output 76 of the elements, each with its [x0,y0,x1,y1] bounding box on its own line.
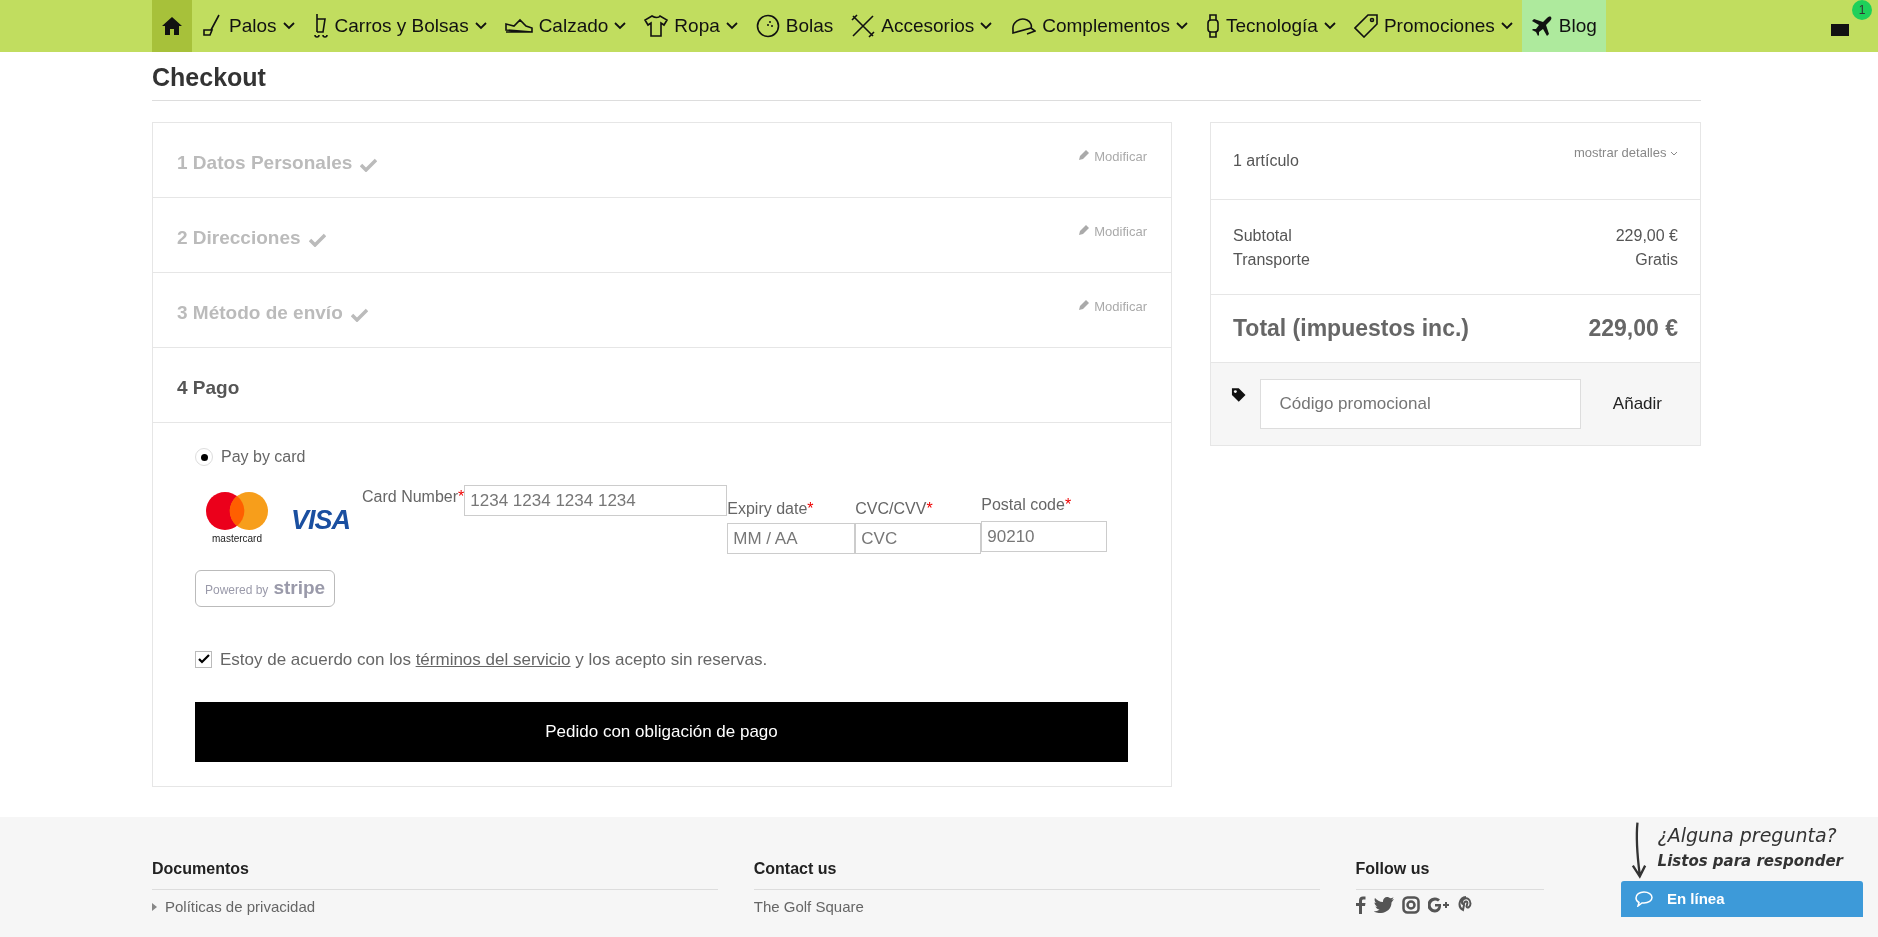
nav-menu-item[interactable]: Palos [192,0,304,52]
footer-heading: Contact us [753,857,1320,890]
nav-menu-item[interactable]: Ropa [635,0,747,52]
total-label: Total (impuestos inc.) [1233,314,1469,343]
pencil-icon [1078,299,1091,311]
total-value: 229,00 € [1588,314,1678,343]
summary-value: 229,00 € [1615,226,1678,246]
nav-menu-item[interactable]: Promociones [1344,0,1522,52]
payment-option-label: Pay by card [221,447,306,467]
watch-icon [1206,14,1220,38]
chat-bubble-icon [1635,891,1653,907]
field-label: Card Number* [362,487,465,507]
footer-link[interactable]: The Golf Square [753,896,1320,919]
place-order-button[interactable]: Pedido con obligación de pago [195,702,1128,762]
twitter-icon[interactable] [1373,897,1394,913]
input-field[interactable]: CVC [855,523,982,554]
chat-subtitle: Listos para responder [1657,850,1843,872]
cap-icon [1010,16,1037,36]
tag-icon [1353,14,1378,38]
checkmark-icon [308,233,326,247]
terms-text: Estoy de acuerdo con los términos del servicio y los acepto sin reservas. [220,648,768,671]
item-count: 1 artículo [1233,151,1299,171]
radio-button[interactable] [195,448,213,466]
golf-ball-icon [755,14,780,38]
step-title: 3 Método de envío [177,301,343,325]
step-title: 4 Pago [177,376,240,400]
nav-menu-item[interactable]: Tecnología [1197,0,1345,52]
field-label: Postal code* [981,495,1073,515]
field-label: CVC/CVV* [855,499,934,519]
nav-menu-item[interactable]: Bolas [746,0,843,52]
airplane-icon [1530,15,1553,37]
promo-code-field[interactable]: Código promocional [1260,378,1581,429]
visa-logo: VISA [291,504,351,537]
nav-menu-item[interactable]: Complementos [1001,0,1197,52]
mastercard-logo: mastercard [205,491,269,546]
chevron-right-icon [152,903,157,912]
shirt-icon [644,15,669,37]
footer-heading: Follow us [1355,857,1545,890]
shoe-icon [504,18,533,34]
cart-count-badge: 1 [1852,0,1872,20]
show-details-link[interactable]: mostrar detalles [1573,143,1678,173]
tag-icon [1231,386,1247,403]
pencil-icon [1078,149,1091,161]
instagram-icon[interactable] [1401,896,1420,914]
chevron-down-icon [1670,150,1678,157]
facebook-icon[interactable] [1355,896,1366,914]
terms-link[interactable]: términos del servicio [415,649,571,669]
nav-menu-item[interactable]: Calzado [495,0,636,52]
checkmark-icon [350,308,368,322]
home-icon [161,16,183,36]
input-field[interactable]: 90210 [981,521,1108,552]
checkbox[interactable] [195,650,212,668]
input-field[interactable]: MM / AA [727,523,856,554]
google-plus-icon[interactable] [1427,897,1450,913]
tools-icon [851,14,876,38]
summary-label: Transporte [1233,250,1310,270]
pinterest-icon[interactable] [1457,896,1474,914]
powered-by-stripe-badge: Powered by stripe [195,570,336,607]
checkmark-icon [360,158,378,172]
nav-menu-item[interactable]: Accesorios [842,0,1002,52]
nav-menu-item[interactable]: Carros y Bolsas [303,0,496,52]
nav-menu-item[interactable]: Blog [1521,0,1606,52]
pencil-icon [1078,224,1091,236]
summary-label: Subtotal [1233,226,1292,246]
field-label: Expiry date* [727,499,815,519]
page-title: Checkout [152,52,1701,101]
summary-value: Gratis [1635,250,1678,270]
golf-club-icon [201,14,223,38]
step-title: 1 Datos Personales [177,151,353,175]
footer-link[interactable]: Políticas de privacidad [152,896,718,919]
step-title: 2 Direcciones [177,226,301,250]
input-field[interactable]: 1234 1234 1234 1234 [464,485,728,516]
home-link[interactable] [152,0,192,52]
chat-question: ¿Alguna pregunta? [1657,823,1838,848]
golf-trolley-icon [312,13,329,39]
footer-heading: Documentos [152,857,718,890]
